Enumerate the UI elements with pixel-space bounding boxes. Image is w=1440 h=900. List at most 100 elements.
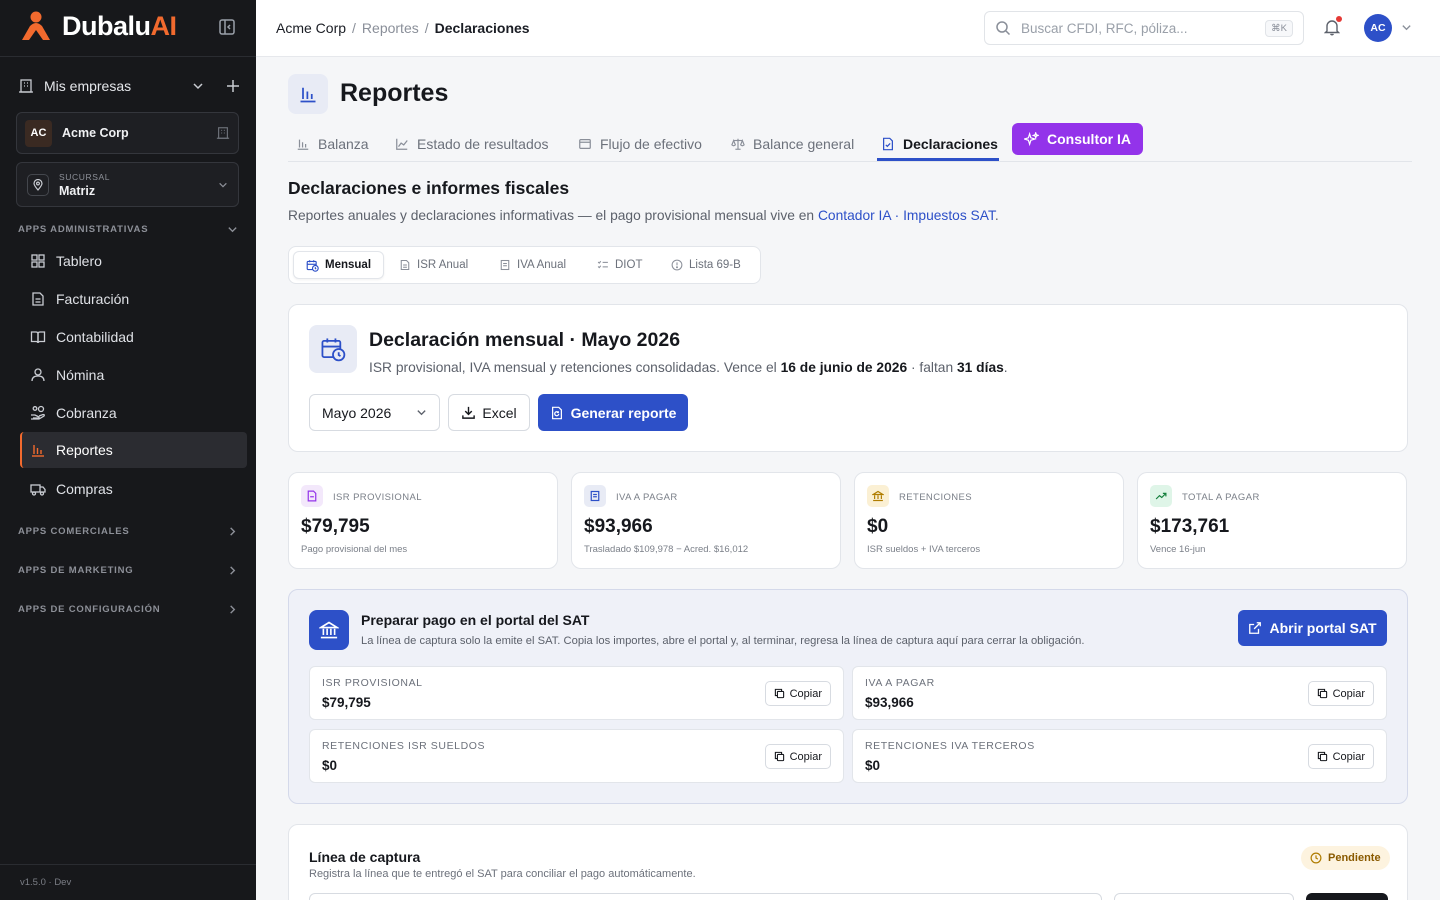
brand-logo[interactable]: DubaluAI bbox=[18, 10, 177, 42]
amount-value: $93,966 bbox=[865, 695, 914, 710]
list-checks-icon bbox=[597, 260, 608, 269]
sidebar-item-label: Reportes bbox=[56, 442, 113, 458]
search-icon bbox=[996, 21, 1011, 36]
subtab-mensual[interactable]: Mensual bbox=[293, 251, 385, 279]
stat-value: $79,795 bbox=[301, 516, 370, 537]
sidebar-item-tablero[interactable]: Tablero bbox=[20, 243, 247, 279]
copy-icon bbox=[774, 688, 784, 699]
sidebar-item-reportes[interactable]: Reportes bbox=[20, 432, 247, 468]
stat-value: $173,761 bbox=[1150, 516, 1230, 537]
tab-consultor-ia[interactable]: Consultor IA bbox=[1012, 123, 1143, 155]
tab-label: Consultor IA bbox=[1047, 131, 1131, 147]
sucursal-selector[interactable]: SUCURSAL Matriz bbox=[16, 162, 239, 207]
section-apps-configuracion[interactable]: APPS DE CONFIGURACIÓN bbox=[18, 604, 238, 615]
sidebar-item-compras[interactable]: Compras bbox=[20, 471, 247, 507]
portal-label: Abrir portal SAT bbox=[1269, 620, 1377, 636]
tab-label: Flujo de efectivo bbox=[600, 136, 702, 152]
subtab-iva-anual[interactable]: IVA Anual bbox=[487, 251, 578, 279]
collapse-sidebar-button[interactable] bbox=[218, 18, 236, 36]
tab-balance-general[interactable]: Balance general bbox=[731, 127, 854, 161]
subtab-diot[interactable]: DIOT bbox=[585, 251, 654, 279]
sidebar-item-label: Compras bbox=[56, 481, 113, 497]
declaracion-subtitle: ISR provisional, IVA mensual y retencion… bbox=[369, 360, 1008, 375]
sidebar-item-facturacion[interactable]: Facturación bbox=[20, 281, 247, 317]
amount-value: $0 bbox=[322, 758, 338, 773]
section-apps-marketing[interactable]: APPS DE MARKETING bbox=[18, 565, 238, 576]
stat-label: TOTAL A PAGAR bbox=[1182, 492, 1260, 503]
period-select[interactable]: Mayo 2026 bbox=[309, 394, 440, 431]
copy-label: Copiar bbox=[789, 687, 822, 700]
linea-captura-input[interactable] bbox=[309, 893, 1102, 900]
tab-label: Balance general bbox=[753, 136, 855, 152]
open-sat-portal-button[interactable]: Abrir portal SAT bbox=[1238, 610, 1387, 646]
stat-value: $93,966 bbox=[584, 516, 653, 537]
landmark-icon bbox=[867, 485, 889, 507]
tab-flujo-efectivo[interactable]: Flujo de efectivo bbox=[578, 127, 702, 161]
active-tab-indicator bbox=[877, 158, 999, 161]
plus-icon[interactable] bbox=[226, 79, 240, 93]
linea-date-input[interactable] bbox=[1114, 893, 1294, 900]
breadcrumb-separator: / bbox=[424, 20, 429, 36]
tab-label: Declaraciones bbox=[903, 136, 998, 152]
excel-button[interactable]: Excel bbox=[448, 394, 530, 431]
breadcrumb-item[interactable]: Acme Corp bbox=[276, 20, 346, 36]
tab-balanza[interactable]: Balanza bbox=[296, 127, 369, 161]
notification-dot bbox=[1336, 16, 1342, 22]
chevron-down-icon[interactable] bbox=[192, 80, 204, 92]
user-avatar[interactable]: AC bbox=[1364, 14, 1392, 42]
amount-value: $0 bbox=[865, 758, 881, 773]
search-input[interactable]: Buscar CFDI, RFC, póliza... ⌘K bbox=[984, 11, 1304, 45]
sidebar-item-label: Nómina bbox=[56, 367, 105, 383]
company-avatar: AC bbox=[25, 119, 52, 147]
subtab-isr-anual[interactable]: ISR Anual bbox=[387, 251, 480, 279]
stat-subtitle: ISR sueldos + IVA terceros bbox=[867, 544, 981, 555]
save-linea-button[interactable] bbox=[1306, 893, 1388, 900]
mis-empresas-header[interactable]: Mis empresas bbox=[18, 76, 240, 96]
subtab-label: Lista 69-B bbox=[689, 259, 741, 271]
copy-icon bbox=[1317, 688, 1327, 699]
copy-button[interactable]: Copiar bbox=[1307, 681, 1374, 706]
generate-report-button[interactable]: Generar reporte bbox=[538, 394, 688, 431]
chevron-down-icon bbox=[1402, 25, 1411, 31]
contador-ia-link[interactable]: Contador IA · Impuestos SAT bbox=[818, 208, 995, 223]
amount-label: ISR PROVISIONAL bbox=[322, 677, 423, 689]
clock-icon bbox=[1310, 852, 1322, 864]
sidebar-toggle-icon bbox=[219, 19, 235, 35]
linea-title: Línea de captura bbox=[309, 849, 421, 865]
copy-button[interactable]: Copiar bbox=[1307, 744, 1374, 769]
linea-captura-card: Línea de captura Registra la línea que t… bbox=[288, 824, 1408, 900]
stat-card-retenciones: RETENCIONES $0 ISR sueldos + IVA tercero… bbox=[854, 472, 1124, 569]
sidebar-item-nomina[interactable]: Nómina bbox=[20, 357, 247, 393]
company-selector[interactable]: AC Acme Corp bbox=[16, 112, 239, 154]
sidebar-item-contabilidad[interactable]: Contabilidad bbox=[20, 319, 247, 355]
tab-declaraciones[interactable]: Declaraciones bbox=[881, 127, 998, 161]
sidebar-item-cobranza[interactable]: Cobranza bbox=[20, 395, 247, 431]
location-pin-icon bbox=[27, 173, 49, 196]
section-title: Declaraciones e informes fiscales bbox=[288, 178, 570, 198]
search-placeholder: Buscar CFDI, RFC, póliza... bbox=[1021, 20, 1188, 36]
status-text: Pendiente bbox=[1328, 852, 1381, 864]
line-chart-icon bbox=[396, 138, 408, 150]
section-apps-comerciales[interactable]: APPS COMERCIALES bbox=[18, 526, 238, 537]
copy-button[interactable]: Copiar bbox=[764, 744, 831, 769]
stat-subtitle: Pago provisional del mes bbox=[301, 544, 408, 555]
building-icon bbox=[19, 79, 33, 93]
subtab-label: IVA Anual bbox=[517, 259, 567, 271]
stat-subtitle: Trasladado $109,978 − Acred. $16,012 bbox=[584, 544, 749, 555]
subtab-label: Mensual bbox=[325, 259, 372, 271]
tab-estado-resultados[interactable]: Estado de resultados bbox=[395, 127, 549, 161]
landmark-icon bbox=[309, 610, 349, 650]
subtab-lista-69b[interactable]: Lista 69-B bbox=[659, 251, 753, 279]
scale-icon bbox=[731, 138, 745, 150]
trending-up-icon bbox=[1150, 485, 1172, 507]
user-icon bbox=[31, 368, 45, 382]
file-check-icon bbox=[883, 137, 893, 151]
linea-subtitle: Registra la línea que te entregó el SAT … bbox=[309, 868, 696, 880]
days-left: 31 días bbox=[957, 360, 1004, 375]
copy-button[interactable]: Copiar bbox=[764, 681, 831, 706]
breadcrumb-item[interactable]: Reportes bbox=[362, 20, 419, 36]
user-menu-chevron[interactable] bbox=[1401, 22, 1412, 33]
copy-icon bbox=[1317, 751, 1327, 762]
section-apps-administrativas[interactable]: APPS ADMINISTRATIVAS bbox=[18, 224, 238, 235]
amount-label: IVA A PAGAR bbox=[865, 677, 935, 689]
